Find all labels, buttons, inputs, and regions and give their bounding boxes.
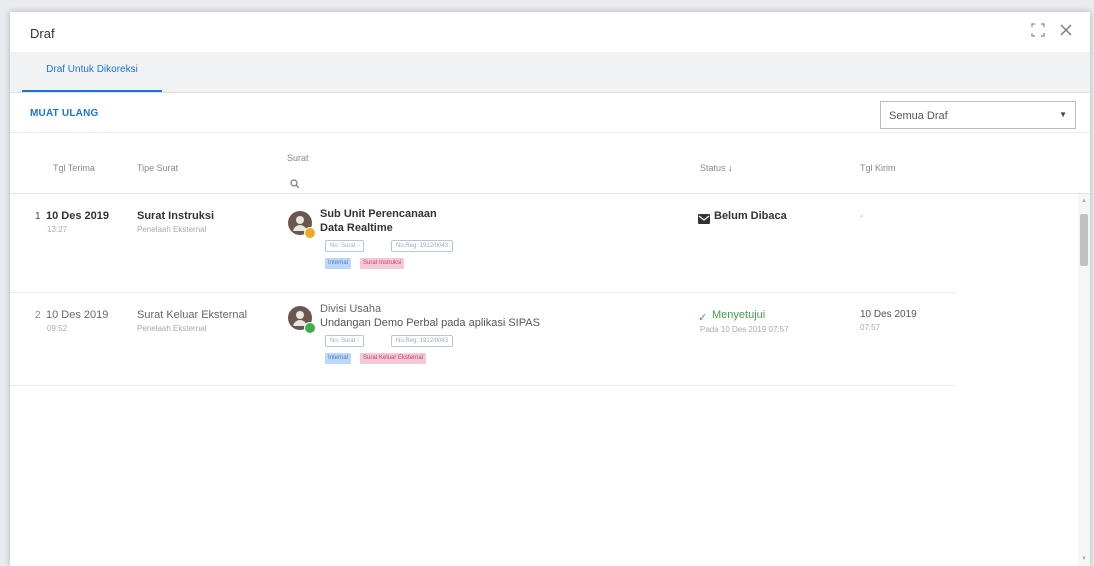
received-date: 10 Des 2019 [46, 210, 109, 222]
no-reg-tag: No.Reg: 1912/0043 [391, 240, 454, 252]
letter-type-role: Penelaah Eksternal [137, 324, 207, 333]
letter-type-tag: Surat Instruksi [360, 258, 405, 269]
letter-subject[interactable]: Data Realtime [320, 222, 393, 234]
draft-window: Draf Draf Untuk Dikoreksi MUAT ULANG Sem… [10, 12, 1090, 566]
received-time: 09:52 [47, 324, 68, 333]
table-row[interactable]: 2 10 Des 2019 09:52 Surat Keluar Ekstern… [10, 293, 956, 386]
no-reg-tag: No.Reg: 1912/0043 [391, 335, 454, 347]
status-detail: Pada 10 Des 2019 07:57 [700, 325, 789, 334]
tab-draf-untuk-dikoreksi[interactable]: Draf Untuk Dikoreksi [22, 52, 162, 92]
column-header-tgl-kirim[interactable]: Tgl Kirim [860, 163, 896, 173]
window-titlebar: Draf [10, 12, 1090, 52]
status-header-label: Status [700, 163, 726, 173]
internal-tag: Internal [325, 258, 352, 269]
column-header-tgl-terima[interactable]: Tgl Terima [53, 163, 95, 173]
scroll-down-arrow-icon[interactable]: ▼ [1081, 556, 1087, 562]
sent-date: 10 Des 2019 [860, 309, 917, 320]
filter-selected-value: Semua Draf [889, 110, 948, 122]
envelope-icon [698, 211, 710, 229]
letter-type-tag: Surat Keluar Eksternal [360, 353, 427, 364]
no-surat-tag: No. Surat - [325, 240, 365, 252]
status-text: Belum Dibaca [714, 210, 787, 222]
search-icon[interactable] [290, 176, 300, 194]
received-time: 13:27 [47, 225, 68, 234]
letter-type-role: Penelaah Eksternal [137, 225, 207, 234]
sender-unit: Divisi Usaha [320, 303, 382, 315]
check-badge-icon [304, 322, 316, 334]
table-header: Tgl Terima Tipe Surat Surat Status ↓ Tgl… [10, 133, 1090, 194]
window-title: Draf [30, 26, 55, 41]
row-number: 2 [35, 310, 41, 321]
close-icon[interactable] [1060, 23, 1072, 40]
letter-subject[interactable]: Undangan Demo Perbal pada aplikasi SIPAS [320, 317, 540, 329]
vertical-scrollbar[interactable]: ▲ ▼ [1078, 194, 1090, 566]
letter-type: Surat Instruksi [137, 210, 215, 222]
column-header-tipe-surat[interactable]: Tipe Surat [137, 163, 178, 173]
avatar [288, 211, 316, 239]
column-header-status[interactable]: Status ↓ [700, 163, 733, 173]
row-number: 1 [35, 211, 41, 222]
internal-tag: Internal [325, 353, 352, 364]
no-surat-tag: No. Surat - [325, 335, 365, 347]
avatar [288, 306, 316, 334]
scroll-up-arrow-icon[interactable]: ▲ [1081, 198, 1087, 204]
toolbar: MUAT ULANG Semua Draf ▼ [10, 94, 1090, 133]
letter-type: Surat Keluar Eksternal [137, 309, 248, 321]
sent-time: 07:57 [860, 323, 881, 332]
received-date: 10 Des 2019 [46, 309, 109, 321]
sent-date: - [860, 211, 864, 222]
scrollbar-thumb[interactable] [1080, 214, 1088, 266]
check-icon: ✓ [698, 312, 708, 324]
sender-unit: Sub Unit Perencanaan [320, 208, 437, 220]
status-text: Menyetujui [712, 309, 766, 321]
maximize-icon[interactable] [1031, 23, 1045, 41]
table-row[interactable]: 1 10 Des 2019 13:27 Surat Instruksi Pene… [10, 194, 956, 293]
reload-button[interactable]: MUAT ULANG [30, 108, 98, 119]
draft-filter-select[interactable]: Semua Draf ▼ [880, 101, 1076, 129]
warning-badge-icon [304, 227, 316, 239]
column-header-surat[interactable]: Surat [287, 153, 309, 163]
caret-down-icon: ▼ [1059, 110, 1067, 119]
sort-down-arrow-icon: ↓ [728, 163, 733, 173]
tab-bar: Draf Untuk Dikoreksi [10, 52, 1090, 93]
